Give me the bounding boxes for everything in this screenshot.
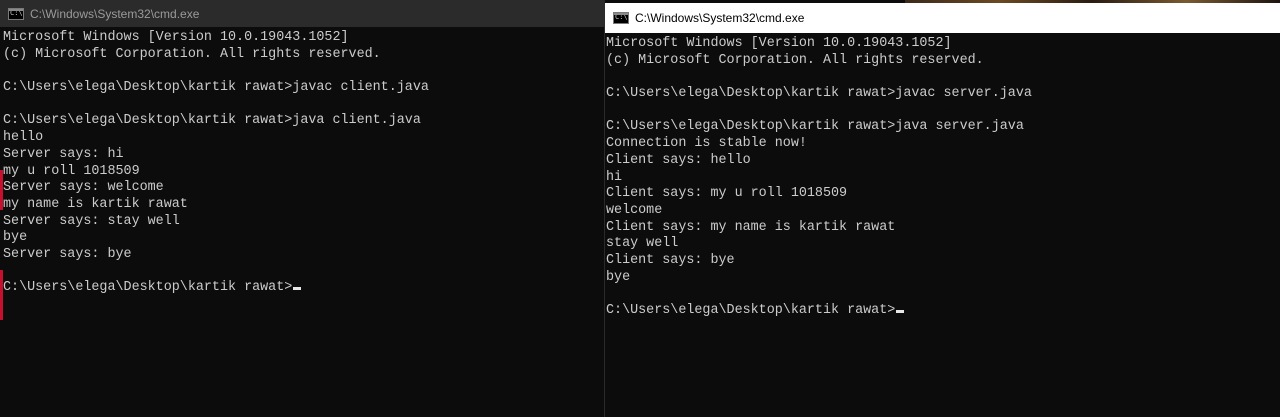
- terminal-line: Server says: hi: [3, 146, 124, 162]
- terminal-prompt: C:\Users\elega\Desktop\kartik rawat>: [3, 280, 293, 296]
- client-terminal-output[interactable]: Microsoft Windows [Version 10.0.19043.10…: [3, 30, 604, 297]
- terminal-line: hi: [606, 169, 623, 185]
- terminal-line: Connection is stable now!: [606, 136, 807, 152]
- terminal-line: hello: [3, 130, 44, 146]
- text-cursor: [293, 287, 302, 291]
- terminal-line: Client says: bye: [606, 252, 735, 268]
- client-window-titlebar[interactable]: C:\Windows\System32\cmd.exe: [0, 0, 604, 27]
- text-cursor: [896, 310, 905, 313]
- terminal-line: (c) Microsoft Corporation. All rights re…: [606, 52, 984, 68]
- cmd-icon: [8, 7, 24, 20]
- terminal-line: Client says: my u roll 1018509: [606, 186, 848, 202]
- terminal-line: Microsoft Windows [Version 10.0.19043.10…: [606, 36, 952, 51]
- terminal-line: C:\Users\elega\Desktop\kartik rawat>java…: [3, 80, 429, 96]
- server-cmd-window[interactable]: C:\Windows\System32\cmd.exe Microsoft Wi…: [605, 3, 1280, 417]
- cmd-icon: [613, 12, 629, 24]
- terminal-prompt-line[interactable]: C:\Users\elega\Desktop\kartik rawat>: [606, 303, 1280, 320]
- server-window-titlebar[interactable]: C:\Windows\System32\cmd.exe: [605, 3, 1280, 33]
- desktop: C:\Windows\System32\cmd.exe Microsoft Wi…: [0, 0, 1280, 417]
- terminal-line: C:\Users\elega\Desktop\kartik rawat>java…: [3, 113, 421, 129]
- terminal-line: Server says: stay well: [3, 213, 180, 229]
- terminal-line: Server says: bye: [3, 246, 132, 262]
- terminal-line: my name is kartik rawat: [3, 196, 188, 212]
- terminal-line: C:\Users\elega\Desktop\kartik rawat>java…: [606, 119, 1024, 135]
- terminal-line: (c) Microsoft Corporation. All rights re…: [3, 46, 381, 62]
- terminal-line: Client says: hello: [606, 152, 751, 168]
- red-edge-mark: [0, 270, 3, 320]
- terminal-line: Client says: my name is kartik rawat: [606, 219, 896, 235]
- terminal-prompt-line[interactable]: C:\Users\elega\Desktop\kartik rawat>: [3, 280, 604, 297]
- terminal-line: Server says: welcome: [3, 180, 164, 196]
- red-edge-mark: [0, 170, 3, 210]
- terminal-line: bye: [606, 269, 631, 285]
- terminal-prompt: C:\Users\elega\Desktop\kartik rawat>: [606, 303, 896, 318]
- terminal-line: welcome: [606, 202, 663, 218]
- terminal-line: bye: [3, 230, 28, 246]
- server-terminal-output[interactable]: Microsoft Windows [Version 10.0.19043.10…: [606, 36, 1280, 320]
- terminal-line: C:\Users\elega\Desktop\kartik rawat>java…: [606, 86, 1032, 102]
- client-cmd-window[interactable]: C:\Windows\System32\cmd.exe Microsoft Wi…: [0, 0, 605, 417]
- terminal-line: my u roll 1018509: [3, 163, 140, 179]
- server-window-title: C:\Windows\System32\cmd.exe: [635, 11, 805, 25]
- terminal-line: Microsoft Windows [Version 10.0.19043.10…: [3, 30, 349, 45]
- client-window-title: C:\Windows\System32\cmd.exe: [30, 6, 200, 21]
- terminal-line: stay well: [606, 236, 679, 252]
